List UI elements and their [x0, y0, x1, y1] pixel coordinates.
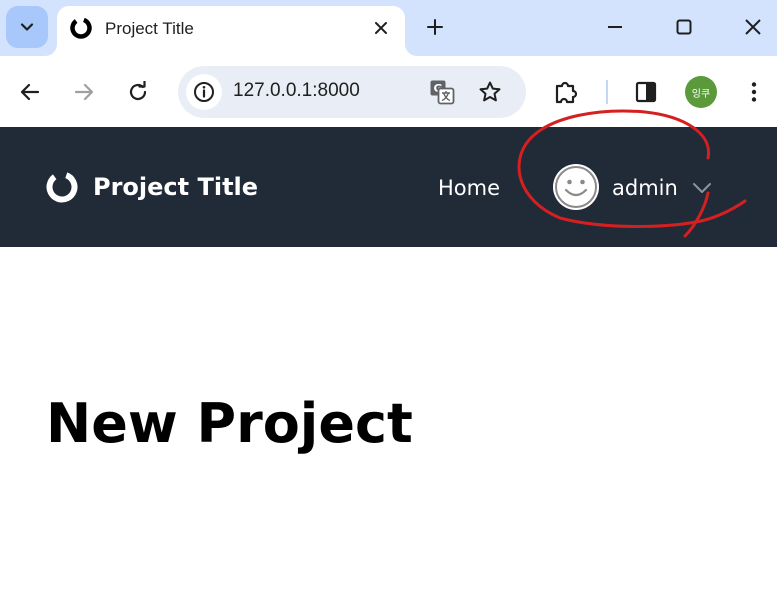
arrow-left-icon	[20, 83, 40, 101]
reload-icon	[129, 81, 147, 101]
menu-button[interactable]	[736, 74, 772, 110]
smiley-avatar-icon[interactable]	[552, 163, 600, 211]
arrow-right-icon	[74, 83, 94, 101]
maximize-button[interactable]	[667, 10, 701, 44]
tab-title: Project Title	[105, 19, 194, 38]
brand-logo-icon[interactable]	[45, 170, 79, 204]
browser-tab[interactable]: Project Title	[57, 6, 405, 56]
minimize-icon	[608, 26, 622, 28]
close-icon	[745, 19, 761, 35]
site-navbar: Project Title Home admin	[0, 127, 777, 247]
browser-toolbar: 127.0.0.1:8000 G	[0, 56, 777, 127]
more-vertical-icon	[751, 82, 757, 102]
translate-button[interactable]: G	[428, 78, 456, 106]
new-tab-button[interactable]	[421, 13, 449, 41]
bookmark-button[interactable]	[476, 78, 504, 106]
tab-search-button[interactable]	[6, 6, 48, 48]
window-close-button[interactable]	[736, 10, 770, 44]
chevron-down-icon	[20, 23, 34, 31]
minimize-button[interactable]	[598, 10, 632, 44]
brand-title[interactable]: Project Title	[93, 173, 258, 201]
info-icon	[194, 82, 214, 102]
translate-icon: G	[430, 80, 455, 105]
forward-button[interactable]	[66, 74, 102, 110]
address-bar[interactable]: 127.0.0.1:8000 G	[178, 66, 526, 118]
extensions-button[interactable]	[548, 74, 584, 110]
maximize-icon	[676, 19, 692, 35]
puzzle-icon	[555, 81, 578, 104]
side-panel-button[interactable]	[628, 74, 664, 110]
nav-link-home[interactable]: Home	[438, 176, 500, 200]
circle-logo-icon	[70, 17, 92, 39]
tab-close-button[interactable]	[369, 16, 393, 40]
star-icon	[479, 81, 501, 102]
chevron-down-icon[interactable]	[692, 181, 712, 195]
back-button[interactable]	[12, 74, 48, 110]
profile-avatar[interactable]: 잉쿠	[685, 76, 717, 108]
toolbar-divider	[606, 80, 608, 104]
page-title: New Project	[46, 392, 413, 455]
reload-button[interactable]	[120, 74, 156, 110]
side-panel-icon	[635, 81, 657, 103]
close-icon	[375, 22, 387, 34]
user-menu-name[interactable]: admin	[612, 176, 678, 200]
plus-icon	[427, 19, 443, 35]
site-info-button[interactable]	[186, 74, 222, 110]
browser-tabstrip: Project Title	[0, 0, 777, 56]
url-text[interactable]: 127.0.0.1:8000	[233, 80, 360, 102]
